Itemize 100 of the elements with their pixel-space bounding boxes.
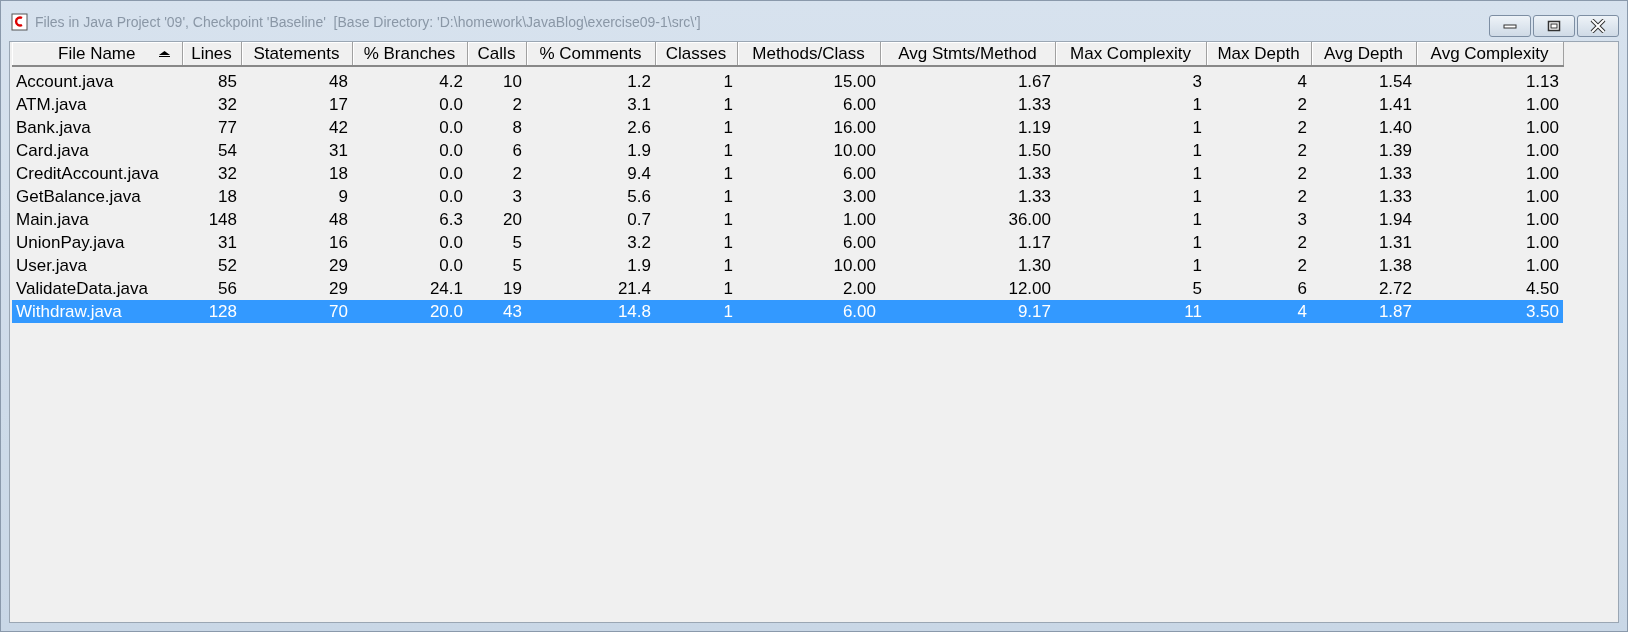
column-header[interactable]: Classes — [655, 42, 737, 66]
table-cell-text: 6.3 — [438, 208, 464, 231]
table-cell-text: 1.00 — [1524, 162, 1560, 185]
minimize-icon — [1503, 21, 1517, 31]
table-cell-text: 1.30 — [1016, 254, 1052, 277]
table-cell: 19 — [467, 277, 526, 300]
table-cell-text: 6.00 — [841, 162, 877, 185]
table-cell-text: 1.00 — [1524, 254, 1560, 277]
table-cell: 9.17 — [880, 300, 1055, 323]
table-cell: 5 — [1055, 277, 1206, 300]
table-cell-text: 18 — [328, 162, 349, 185]
table-row[interactable]: Card.java 54 31 0.0 6 1.9 1 10.00 1.50 1 2 1.39 1.00 — [12, 139, 1563, 162]
table-cell-text: 1.19 — [1016, 116, 1052, 139]
table-cell-text: 1.00 — [1524, 208, 1560, 231]
table-cell-text: ATM.java — [15, 93, 88, 116]
column-header[interactable]: Avg Stmts/Method — [880, 42, 1055, 66]
table-row[interactable]: Bank.java 77 42 0.0 8 2.6 1 16.00 1.19 1 2 1.40 1.00 — [12, 116, 1563, 139]
table-cell: 6 — [1206, 277, 1311, 300]
table-cell-text: 42 — [328, 116, 349, 139]
table-cell: 1 — [655, 300, 737, 323]
table-cell-text: 1 — [722, 116, 734, 139]
table-cell-text: 54 — [217, 139, 238, 162]
table-cell: 1.54 — [1311, 66, 1416, 93]
table-cell-text: 6 — [511, 139, 523, 162]
table-cell-text: 1.33 — [1016, 93, 1052, 116]
table-row[interactable]: GetBalance.java 18 9 0.0 3 5.6 1 3.00 1.33 1 2 1.33 1.00 — [12, 185, 1563, 208]
table-cell: 4 — [1206, 300, 1311, 323]
table-cell-text: 8 — [511, 116, 523, 139]
table-cell-text: 9.4 — [626, 162, 652, 185]
close-button[interactable] — [1577, 15, 1619, 37]
table-cell-text: 1.9 — [626, 254, 652, 277]
table-cell: 128 — [182, 300, 241, 323]
table-cell-text: UnionPay.java — [15, 231, 126, 254]
column-header[interactable]: Calls — [467, 42, 526, 66]
table-row[interactable]: CreditAccount.java 32 18 0.0 2 9.4 1 6.00 1.33 1 2 1.33 1.00 — [12, 162, 1563, 185]
table-cell-text: 1.33 — [1377, 185, 1413, 208]
table-cell-text: 1.00 — [1524, 231, 1560, 254]
table-cell-text: 1.00 — [1524, 185, 1560, 208]
table-cell-text: 3.00 — [841, 185, 877, 208]
table-cell-text: 9 — [337, 185, 349, 208]
table-row[interactable]: User.java 52 29 0.0 5 1.9 1 10.00 1.30 1 2 1.38 1.00 — [12, 254, 1563, 277]
table-cell-text: 1.33 — [1016, 185, 1052, 208]
table-cell-text: 2 — [1296, 116, 1308, 139]
table-cell: 1.13 — [1416, 66, 1563, 93]
table-cell: 20.0 — [352, 300, 467, 323]
table-cell-text: 16.00 — [832, 116, 877, 139]
table-cell-text: 1 — [722, 185, 734, 208]
table-row[interactable]: ATM.java 32 17 0.0 2 3.1 1 6.00 1.33 1 2 1.41 1.00 — [12, 93, 1563, 116]
table-cell-text: 6.00 — [841, 231, 877, 254]
table-cell-text: 31 — [328, 139, 349, 162]
table-cell: 85 — [182, 66, 241, 93]
table-cell-text: 1 — [722, 208, 734, 231]
column-header[interactable]: Avg Complexity — [1416, 42, 1563, 66]
table-cell: 11 — [1055, 300, 1206, 323]
table-row[interactable]: ValidateData.java 56 29 24.1 19 21.4 1 2.00 12.00 5 6 2.72 4.50 — [12, 277, 1563, 300]
table-cell: 1.67 — [880, 66, 1055, 93]
column-header[interactable]: Avg Depth — [1311, 42, 1416, 66]
table-cell-text: 10.00 — [832, 254, 877, 277]
column-header[interactable]: % Branches — [352, 42, 467, 66]
maximize-icon — [1547, 20, 1561, 32]
table-cell: Withdraw.java — [12, 300, 182, 323]
column-header[interactable]: % Comments — [526, 42, 655, 66]
table-cell-text: 1.94 — [1377, 208, 1413, 231]
table-cell-text: 1.00 — [1524, 93, 1560, 116]
table-cell-text: 0.0 — [438, 93, 464, 116]
table-cell: 1 — [655, 66, 737, 93]
column-header[interactable]: Max Complexity — [1055, 42, 1206, 66]
table-cell: Account.java — [12, 66, 182, 93]
table-cell-text: 1 — [1191, 254, 1203, 277]
sort-icon — [158, 51, 170, 57]
table-cell-text: 1.00 — [1524, 116, 1560, 139]
table-cell-text: 32 — [217, 162, 238, 185]
column-header[interactable]: File Name — [12, 42, 182, 66]
table-cell-text: 3.1 — [626, 93, 652, 116]
table-cell: 2.00 — [737, 277, 880, 300]
table-cell-text: 1 — [1191, 116, 1203, 139]
table-row[interactable]: UnionPay.java 31 16 0.0 5 3.2 1 6.00 1.17 1 2 1.31 1.00 — [12, 231, 1563, 254]
table-cell: 12.00 — [880, 277, 1055, 300]
table-cell-text: 0.0 — [438, 231, 464, 254]
table-cell-text: 0.0 — [438, 116, 464, 139]
table-cell-text: 1 — [1191, 208, 1203, 231]
column-header[interactable]: Lines — [182, 42, 241, 66]
table-cell-text: 1 — [1191, 93, 1203, 116]
table-cell-text: 18 — [217, 185, 238, 208]
maximize-button[interactable] — [1533, 15, 1575, 37]
column-header[interactable]: Statements — [241, 42, 352, 66]
table-cell-text: 29 — [328, 254, 349, 277]
table-cell: 3.50 — [1416, 300, 1563, 323]
table-row[interactable]: Account.java 85 48 4.2 10 1.2 1 15.00 1.67 3 4 1.54 1.13 — [12, 66, 1563, 93]
table-cell: 6.00 — [737, 300, 880, 323]
table-cell-text: 1.40 — [1377, 116, 1413, 139]
table-cell-text: 2 — [1296, 254, 1308, 277]
table-cell-text: 5.6 — [626, 185, 652, 208]
table-cell-text: 52 — [217, 254, 238, 277]
table-cell-text: 1 — [722, 93, 734, 116]
column-header[interactable]: Methods/Class — [737, 42, 880, 66]
table-cell: 70 — [241, 300, 352, 323]
table-row[interactable]: Main.java 148 48 6.3 20 0.7 1 1.00 36.00 1 3 1.94 1.00 — [12, 208, 1563, 231]
column-header[interactable]: Max Depth — [1206, 42, 1311, 66]
table-cell: 1.87 — [1311, 300, 1416, 323]
